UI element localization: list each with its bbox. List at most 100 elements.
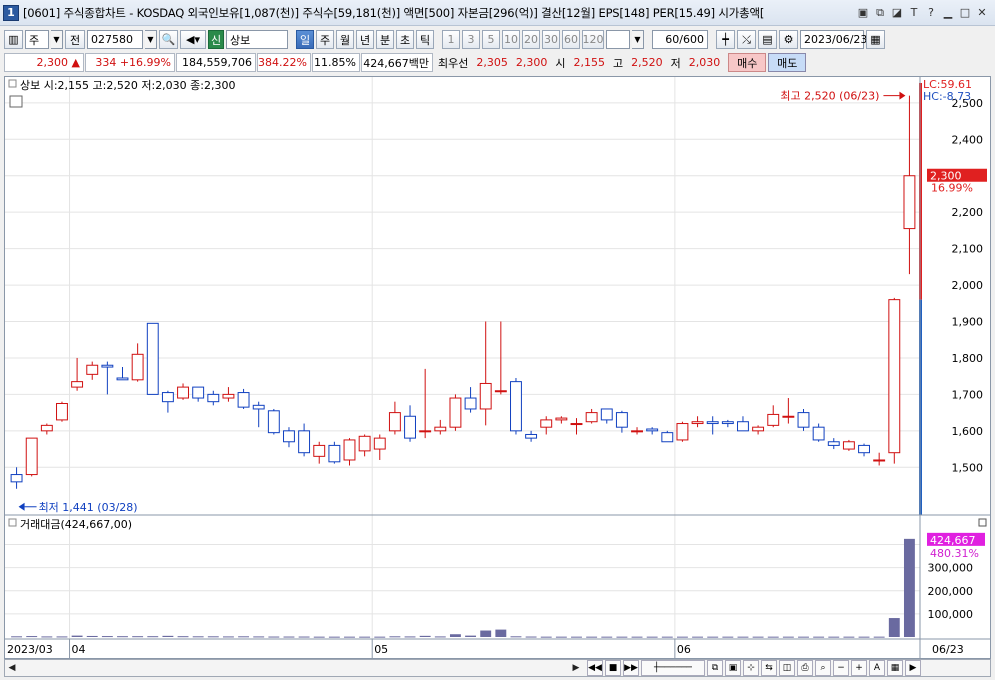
- volume-bar[interactable]: [207, 636, 219, 638]
- volume-bar[interactable]: [86, 635, 98, 637]
- candle-up[interactable]: [782, 415, 795, 418]
- volume-bar[interactable]: [828, 636, 840, 638]
- candle-up[interactable]: [767, 413, 780, 426]
- price-panel-marker-icon[interactable]: [8, 79, 17, 88]
- range-icon[interactable]: ⧉: [707, 660, 723, 676]
- volume-bar[interactable]: [71, 635, 83, 637]
- candle-up[interactable]: [676, 423, 689, 441]
- interval-10-button[interactable]: 10: [502, 30, 520, 49]
- volume-bar[interactable]: [132, 636, 144, 638]
- volume-bar[interactable]: [26, 636, 38, 638]
- volume-bar[interactable]: [540, 636, 552, 638]
- volume-bar[interactable]: [404, 636, 416, 638]
- close-icon[interactable]: ✕: [975, 6, 989, 20]
- candle-up[interactable]: [691, 421, 704, 425]
- volume-bar[interactable]: [344, 636, 355, 638]
- candle-up[interactable]: [570, 423, 583, 426]
- volume-bar[interactable]: [813, 636, 825, 638]
- candle-up[interactable]: [479, 382, 492, 410]
- candle-up[interactable]: [56, 403, 68, 421]
- volume-bar[interactable]: [692, 636, 704, 638]
- stop-icon[interactable]: ■: [605, 660, 621, 676]
- volume-panel-marker-icon[interactable]: [8, 518, 17, 527]
- candle-down[interactable]: [146, 322, 159, 395]
- period-week-tab[interactable]: 주: [316, 30, 334, 49]
- candle-up[interactable]: [86, 364, 99, 375]
- volume-bar[interactable]: [313, 636, 325, 638]
- candle-down[interactable]: [600, 408, 613, 421]
- chart-area[interactable]: 최고 2,520 (06/23) 최저 1,441 (03/28) 1,500 1,…: [4, 76, 991, 659]
- volume-bar[interactable]: [328, 636, 340, 638]
- font-icon[interactable]: T: [907, 6, 921, 20]
- magnifier-icon[interactable]: ⌕: [815, 660, 831, 676]
- prev-button[interactable]: 전: [65, 30, 85, 49]
- volume-bar[interactable]: [661, 636, 673, 638]
- volume-bar[interactable]: [147, 636, 159, 638]
- period-day-tab[interactable]: 일: [296, 30, 314, 49]
- volume-bar[interactable]: [434, 636, 446, 638]
- date-input[interactable]: 2023/06/23: [800, 30, 867, 49]
- candle-up[interactable]: [25, 437, 38, 476]
- candle-down[interactable]: [827, 441, 840, 446]
- volume-bar[interactable]: [56, 636, 68, 638]
- volume-bar[interactable]: [162, 635, 174, 637]
- display-count-input[interactable]: 60/600: [652, 30, 708, 49]
- horizontal-scrollbar[interactable]: ◀ ▶ ◀◀ ■ ▶▶ ┼────── ⧉ ▣ ⊹ ⇆ ◫ ⎙ ⌕ − + A …: [4, 659, 991, 677]
- candle-up[interactable]: [888, 299, 901, 454]
- candle-up[interactable]: [631, 430, 643, 433]
- interval-60-button[interactable]: 60: [562, 30, 580, 49]
- link-icon[interactable]: ◪: [890, 6, 904, 20]
- compare-icon[interactable]: ⇆: [761, 660, 777, 676]
- candle-down[interactable]: [661, 432, 674, 443]
- candle-up[interactable]: [752, 426, 765, 432]
- period-year-tab[interactable]: 년: [356, 30, 374, 49]
- panel-toggle-icon[interactable]: ▥: [4, 30, 23, 49]
- interval-3-button[interactable]: 3: [462, 30, 480, 49]
- layout-icon[interactable]: ▣: [856, 6, 870, 20]
- candle-up[interactable]: [903, 175, 916, 230]
- volume-bar[interactable]: [707, 636, 719, 638]
- indicator-icon[interactable]: ⤯: [737, 30, 756, 49]
- volume-bar[interactable]: [192, 636, 204, 638]
- scroll-track[interactable]: [19, 662, 569, 674]
- panel-calculator-icon[interactable]: [9, 95, 23, 108]
- interval-5-button[interactable]: 5: [482, 30, 500, 49]
- candle-down[interactable]: [646, 428, 659, 432]
- candle-down[interactable]: [525, 433, 538, 439]
- candle-down[interactable]: [737, 421, 749, 432]
- candle-up[interactable]: [388, 412, 401, 432]
- crosshair-icon[interactable]: ⊹: [743, 660, 759, 676]
- volume-bar[interactable]: [41, 636, 53, 638]
- volume-bar[interactable]: [268, 636, 280, 638]
- volume-bar[interactable]: [843, 636, 855, 638]
- candle-up[interactable]: [540, 419, 553, 428]
- stock-code-input[interactable]: 027580: [87, 30, 143, 49]
- settings-gear-icon[interactable]: ⚙: [779, 30, 798, 49]
- volume-bar[interactable]: [374, 636, 386, 638]
- volume-bar[interactable]: [465, 635, 477, 637]
- candle-down[interactable]: [328, 444, 341, 463]
- stock-chart-svg[interactable]: 최고 2,520 (06/23) 최저 1,441 (03/28) 1,500 1,…: [5, 77, 990, 658]
- volume-bar[interactable]: [858, 636, 870, 638]
- candle-up[interactable]: [494, 390, 507, 393]
- candle-down[interactable]: [116, 377, 129, 381]
- restore-icon[interactable]: ⧉: [873, 6, 887, 20]
- candle-up[interactable]: [555, 417, 568, 421]
- candle-down[interactable]: [10, 474, 23, 483]
- speaker-icon[interactable]: ◀▾: [180, 30, 206, 49]
- fast-forward-icon[interactable]: ▶▶: [623, 660, 639, 676]
- save-icon[interactable]: ▤: [758, 30, 777, 49]
- volume-bar[interactable]: [555, 636, 567, 638]
- volume-bar[interactable]: [601, 636, 613, 638]
- zoom-in-icon[interactable]: +: [851, 660, 867, 676]
- volume-bar[interactable]: [525, 636, 537, 638]
- volume-bar[interactable]: [737, 636, 749, 638]
- candle-down[interactable]: [797, 412, 810, 428]
- volume-bar[interactable]: [631, 636, 643, 638]
- candle-up[interactable]: [40, 424, 53, 432]
- interval-dropdown-icon[interactable]: ▼: [632, 30, 644, 49]
- candle-down[interactable]: [615, 412, 628, 428]
- volume-bar[interactable]: [888, 618, 900, 637]
- zoom-slider[interactable]: ┼──────: [641, 660, 705, 676]
- code-dropdown-icon[interactable]: ▼: [145, 30, 157, 49]
